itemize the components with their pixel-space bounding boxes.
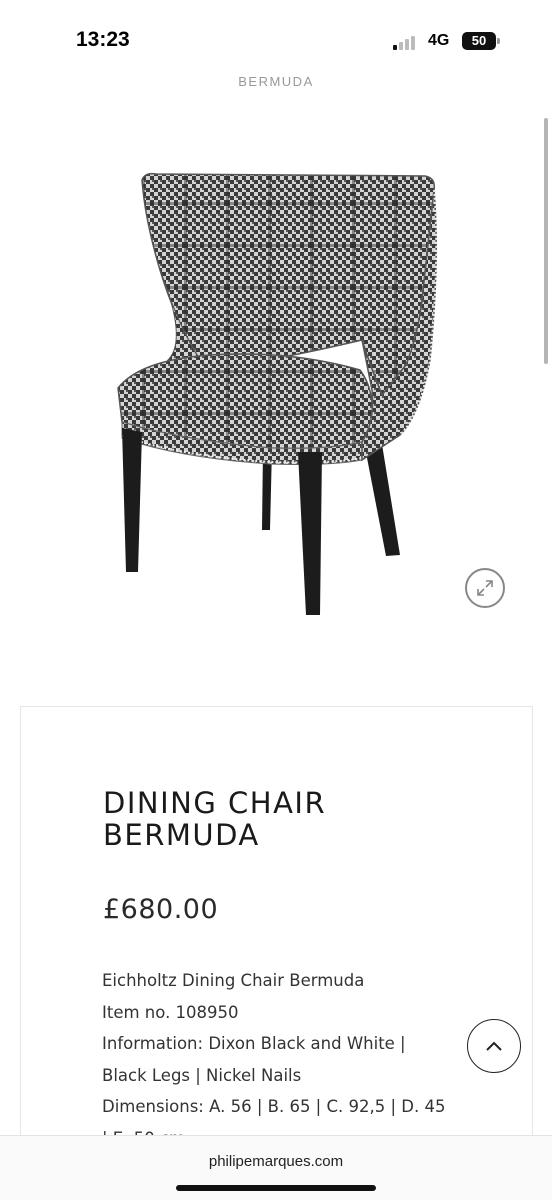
product-image[interactable]	[100, 160, 450, 630]
zoom-button[interactable]	[465, 568, 505, 608]
description-line: Dimensions: A. 56 | B. 65 | C. 92,5 | D.…	[102, 1097, 446, 1116]
battery-icon: 50	[462, 32, 496, 50]
chevron-up-icon	[486, 1041, 502, 1051]
home-indicator[interactable]	[176, 1185, 376, 1191]
url-text[interactable]: philipemarques.com	[0, 1153, 552, 1170]
battery-tip	[497, 38, 500, 44]
network-type: 4G	[428, 32, 450, 49]
page-top-label: BERMUDA	[238, 74, 314, 89]
page-scrollbar[interactable]	[544, 118, 548, 364]
description-line: Item no. 108950	[102, 1002, 239, 1022]
back-to-top-button[interactable]	[467, 1019, 521, 1073]
product-description: Eichholtz Dining Chair Bermuda Item no. …	[102, 965, 462, 1154]
description-line: Black Legs | Nickel Nails	[102, 1065, 302, 1085]
signal-icon	[393, 34, 421, 50]
browser-address-bar[interactable]: philipemarques.com	[0, 1135, 552, 1200]
status-time: 13:23	[76, 28, 130, 51]
description-line: Information: Dixon Black and White |	[102, 1034, 406, 1053]
product-price: £680.00	[103, 894, 219, 925]
product-title: DINING CHAIR BERMUDA	[103, 787, 463, 851]
product-title-line-2: BERMUDA	[103, 818, 260, 852]
status-bar: 13:23 4G 50	[0, 0, 552, 72]
product-title-line-1: DINING CHAIR	[103, 786, 327, 820]
chair-illustration	[117, 172, 438, 615]
expand-icon	[477, 580, 493, 596]
description-line: Eichholtz Dining Chair Bermuda	[102, 971, 365, 990]
